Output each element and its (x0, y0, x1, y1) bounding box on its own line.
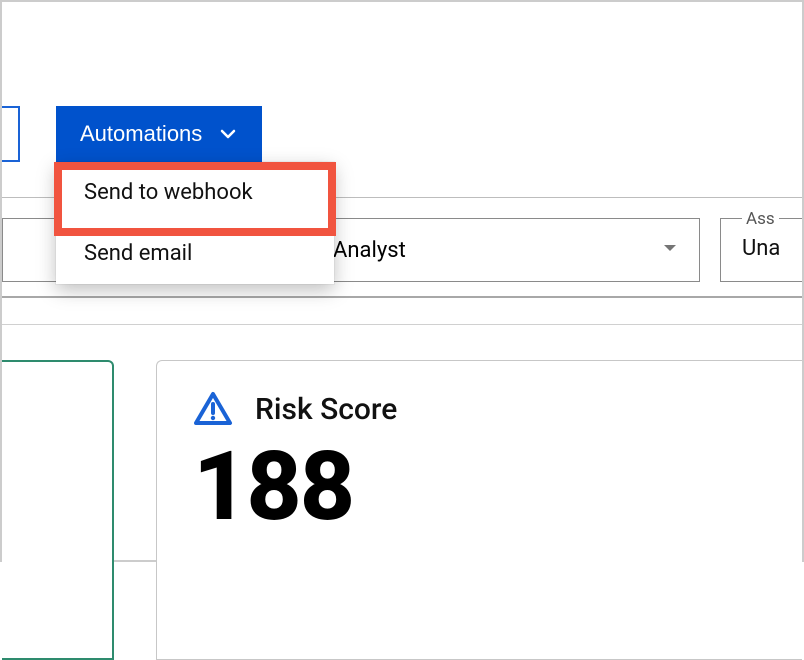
dropdown-item-label: Send to webhook (84, 180, 253, 205)
warning-triangle-icon (193, 389, 233, 429)
assign-field-label: Ass (742, 209, 779, 229)
automations-button[interactable]: Automations (56, 106, 262, 162)
risk-score-title: Risk Score (255, 392, 397, 427)
automations-label: Automations (80, 121, 202, 147)
risk-score-card: Risk Score 188 (156, 360, 802, 660)
dropdown-item-send-webhook[interactable]: Send to webhook (56, 162, 334, 223)
caret-down-icon (661, 239, 679, 261)
risk-score-value: 188 (193, 449, 766, 526)
dropdown-item-label: Send email (84, 241, 192, 266)
assign-field-value: Una (742, 236, 780, 261)
automations-dropdown: Send to webhook Send email (56, 162, 334, 284)
risk-header: Risk Score (193, 389, 766, 429)
chevron-down-icon (218, 124, 238, 144)
partial-button-left[interactable] (2, 106, 20, 162)
dropdown-item-send-email[interactable]: Send email (56, 223, 334, 284)
left-panel-card (2, 360, 114, 660)
